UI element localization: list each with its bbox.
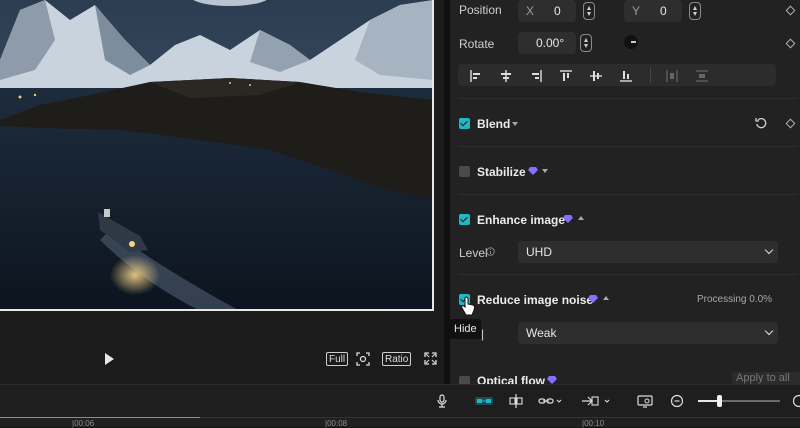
stabilize-checkbox[interactable] — [459, 166, 470, 177]
align-top-icon[interactable] — [560, 69, 572, 81]
player-controls — [0, 312, 444, 384]
noise-level-label-fragment: | — [481, 327, 484, 341]
video-image — [0, 0, 434, 311]
noise-status: Processing 0.0% — [697, 294, 772, 305]
rotate-field[interactable]: 0.00° — [518, 32, 576, 54]
section-divider — [458, 98, 798, 99]
video-frame[interactable] — [0, 0, 434, 311]
full-quality-button[interactable]: Full — [326, 352, 348, 366]
level-select[interactable]: UHD — [518, 241, 778, 263]
video-preview: Full Ratio — [0, 0, 444, 384]
pro-badge-icon — [528, 167, 538, 175]
split-icon[interactable] — [508, 394, 524, 408]
apply-to-all-button[interactable]: Apply to all — [732, 372, 800, 384]
hide-tooltip: Hide — [450, 319, 481, 339]
pro-badge-icon — [563, 215, 573, 223]
fullscreen-icon[interactable] — [424, 352, 437, 365]
align-center-h-icon[interactable] — [500, 69, 512, 81]
blend-title: Blend — [477, 117, 510, 131]
enhance-title: Enhance image — [477, 213, 565, 227]
enhance-checkbox[interactable] — [459, 214, 470, 225]
tick-label: |00:08 — [325, 419, 347, 428]
enhance-collapse-icon[interactable] — [578, 216, 584, 220]
preview-icon[interactable] — [637, 394, 653, 408]
pointer-cursor-icon — [461, 296, 477, 316]
noise-value: Weak — [526, 326, 556, 340]
pro-badge-icon — [547, 376, 557, 384]
zoom-out-icon[interactable] — [670, 394, 684, 408]
noise-title: Reduce image noise — [477, 293, 593, 307]
section-divider — [458, 194, 798, 195]
link-icon[interactable] — [538, 394, 562, 408]
blend-expand-icon[interactable] — [512, 122, 518, 126]
position-y-stepper[interactable] — [689, 2, 701, 20]
zoom-slider-fill — [698, 400, 719, 402]
position-x-stepper[interactable] — [583, 2, 595, 20]
tick-label: |00:10 — [582, 419, 604, 428]
section-divider — [458, 146, 798, 147]
position-x-field[interactable]: X 0 — [518, 0, 576, 22]
align-center-v-icon[interactable] — [590, 69, 602, 81]
playback-progress — [0, 417, 200, 418]
position-y-field[interactable]: Y 0 — [624, 0, 682, 22]
chevron-down-icon — [765, 327, 773, 335]
level-label: Level — [459, 246, 488, 260]
y-value: 0 — [660, 0, 667, 22]
toolbar-divider — [650, 67, 651, 83]
info-icon[interactable] — [486, 247, 495, 256]
alignment-toolbar — [458, 64, 776, 86]
ratio-button[interactable]: Ratio — [382, 352, 411, 366]
mic-icon[interactable] — [435, 394, 449, 408]
replace-icon[interactable] — [580, 394, 612, 408]
noise-select[interactable]: Weak — [518, 322, 778, 344]
x-value: 0 — [554, 0, 561, 22]
align-left-icon[interactable] — [470, 69, 482, 81]
zoom-slider-handle[interactable] — [717, 395, 722, 407]
align-right-icon[interactable] — [530, 69, 542, 81]
section-divider — [458, 274, 798, 275]
magnet-icon[interactable] — [475, 394, 493, 408]
optical-flow-title: Optical flow — [477, 374, 545, 384]
rotate-label: Rotate — [459, 37, 494, 51]
rotate-value: 0.00° — [536, 36, 564, 50]
align-bottom-icon[interactable] — [620, 69, 632, 81]
position-label: Position — [459, 3, 502, 17]
rotate-stepper[interactable] — [580, 34, 592, 52]
screenshot-icon[interactable] — [356, 352, 370, 366]
distribute-h-icon — [666, 69, 678, 81]
level-value: UHD — [526, 245, 552, 259]
pro-badge-icon — [588, 295, 598, 303]
distribute-v-icon — [696, 69, 708, 81]
blend-checkbox[interactable] — [459, 118, 470, 129]
tick-label: |00:06 — [72, 419, 94, 428]
zoom-in-icon[interactable] — [792, 394, 800, 408]
stabilize-expand-icon[interactable] — [542, 169, 548, 173]
rotate-dial[interactable] — [624, 35, 638, 49]
noise-collapse-icon[interactable] — [603, 296, 609, 300]
x-axis-label: X — [526, 0, 534, 22]
play-icon[interactable] — [102, 352, 116, 366]
stabilize-title: Stabilize — [477, 165, 526, 179]
chevron-down-icon — [765, 246, 773, 254]
reset-icon[interactable] — [755, 117, 767, 129]
y-axis-label: Y — [632, 0, 640, 22]
